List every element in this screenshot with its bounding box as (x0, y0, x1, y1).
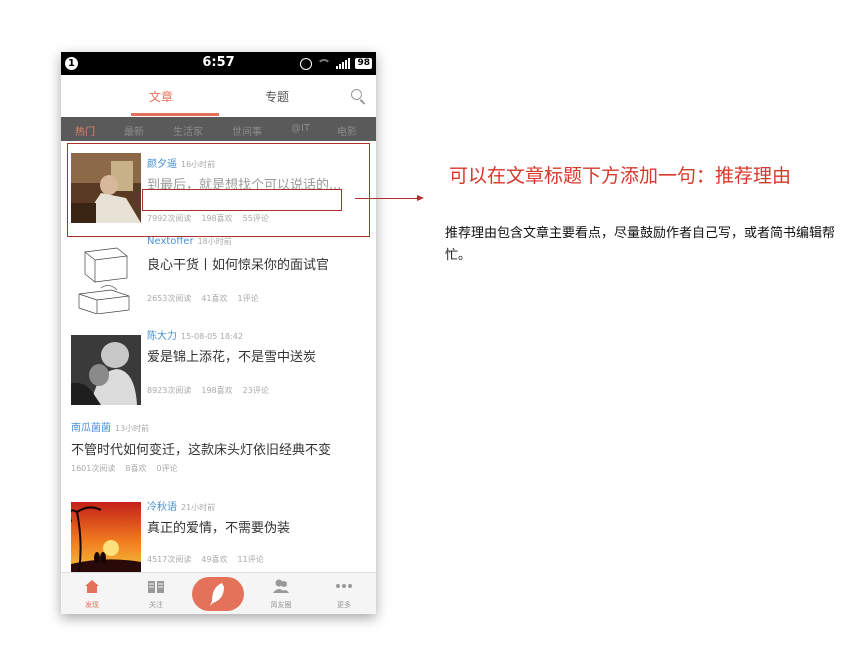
annotation-body: 推荐理由包含文章主要看点，尽量鼓励作者自己写，或者简书编辑帮忙。 (445, 226, 836, 263)
article-author[interactable]: 陈大力 15-08-05 18:42 (147, 327, 243, 342)
wifi-icon (317, 58, 332, 69)
sketch-image (71, 244, 141, 314)
annotation-title: 可以在文章标题下方添加一句：推荐理由 (449, 165, 792, 187)
home-icon (85, 580, 99, 593)
search-icon[interactable] (351, 89, 362, 100)
recommendation-placeholder-box (142, 189, 342, 211)
feather-icon (210, 583, 224, 606)
article-time: 13小时前 (115, 424, 150, 433)
tab-topics[interactable]: 专题 (265, 88, 289, 105)
article-thumbnail (71, 502, 141, 572)
category-hot[interactable]: 热门 (75, 123, 95, 138)
article-title[interactable]: 真正的爱情，不需要伪装 (147, 517, 290, 536)
annotation-arrow-line (355, 198, 419, 199)
article-title[interactable]: 不管时代如何变迁，这款床头灯依旧经典不变 (71, 439, 331, 458)
nav-more[interactable]: 更多 (324, 579, 364, 610)
article-item[interactable]: 陈大力 15-08-05 18:42 爱是锦上添花，不是雪中送炭 8923次阅读 1… (61, 320, 376, 412)
article-stats: 1601次阅读 8喜欢 0评论 (71, 464, 178, 473)
category-world[interactable]: 世间事 (232, 123, 262, 138)
article-author[interactable]: 南瓜菌菌 13小时前 (71, 419, 149, 434)
annotation-arrow-head (417, 195, 424, 201)
article-author[interactable]: 冷秋语 21小时前 (147, 498, 215, 513)
status-icons: 98 (300, 56, 372, 71)
article-item[interactable]: 冷秋语 21小时前 真正的爱情，不需要伪装 4517次阅读 49喜欢 11评论 (61, 488, 376, 572)
friends-icon (273, 579, 289, 593)
category-life[interactable]: 生活家 (173, 123, 203, 138)
category-it[interactable]: @IT (291, 123, 310, 134)
article-time: 18小时前 (197, 237, 232, 246)
article-stats: 8923次阅读 198喜欢 23评论 (147, 386, 269, 395)
article-title[interactable]: 爱是锦上添花，不是雪中送炭 (147, 346, 316, 365)
alarm-icon (300, 57, 313, 70)
more-icon (336, 584, 352, 588)
book-icon (148, 581, 164, 593)
bw-photo-image (71, 335, 141, 405)
nav-follow[interactable]: 关注 (136, 579, 176, 610)
article-item[interactable]: Nextoffer 18小时前 良心干货丨如何惊呆你的面试官 2653次阅读 41喜… (61, 230, 376, 321)
category-latest[interactable]: 最新 (124, 123, 144, 138)
bottom-nav: 发现 关注 简友圈 更多 (61, 572, 376, 614)
battery-icon: 98 (355, 58, 372, 69)
category-movie[interactable]: 电影 (337, 123, 357, 138)
article-item[interactable]: 南瓜菌菌 13小时前 不管时代如何变迁，这款床头灯依旧经典不变 1601次阅读 8喜… (61, 411, 376, 489)
nav-discover[interactable]: 发现 (72, 579, 112, 610)
top-tab-bar: 文章 专题 (61, 75, 376, 117)
active-tab-indicator (131, 113, 219, 116)
nav-friends[interactable]: 简友圈 (261, 579, 301, 610)
article-stats: 2653次阅读 41喜欢 1评论 (147, 294, 259, 303)
sunset-photo-image (71, 502, 141, 572)
phone-screen: 1 6:57 98 文章 专题 热门 最新 生活家 世间事 @IT 电影 颜夕遥… (61, 52, 376, 614)
tab-articles[interactable]: 文章 (149, 88, 173, 105)
article-thumbnail (71, 335, 141, 405)
article-title[interactable]: 良心干货丨如何惊呆你的面试官 (147, 254, 329, 273)
article-time: 21小时前 (181, 503, 216, 512)
category-bar: 热门 最新 生活家 世间事 @IT 电影 (61, 117, 376, 141)
article-stats: 4517次阅读 49喜欢 11评论 (147, 555, 264, 564)
article-author[interactable]: Nextoffer 18小时前 (147, 236, 232, 247)
article-thumbnail (71, 244, 141, 314)
write-button[interactable] (192, 577, 244, 611)
status-bar: 1 6:57 98 (61, 52, 376, 75)
signal-icon (336, 58, 351, 69)
article-time: 15-08-05 18:42 (181, 332, 243, 341)
